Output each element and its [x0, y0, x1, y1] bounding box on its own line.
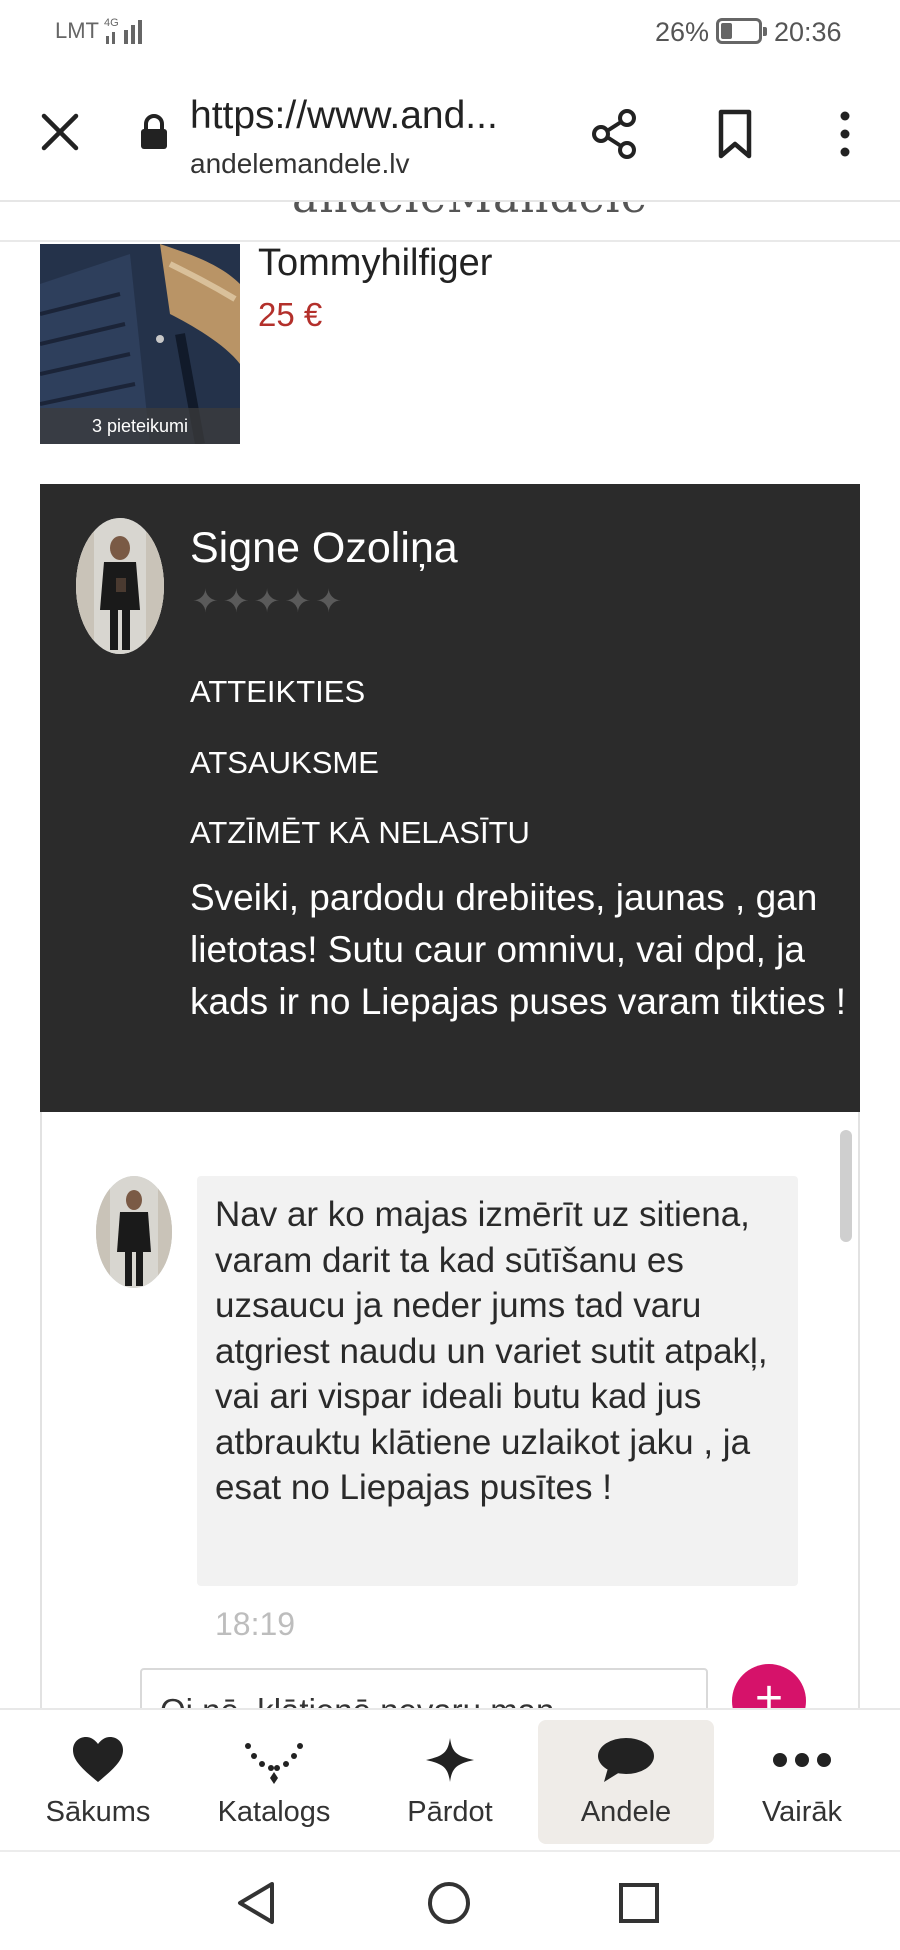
- sender-photo: [96, 1176, 172, 1288]
- clock: 20:36: [774, 17, 842, 47]
- carrier-label: LMT: [55, 18, 99, 43]
- seller-panel: Signe Ozoliņa ✦✦✦✦✦ ATTEIKTIES ATSAUKSME…: [40, 484, 860, 1112]
- seller-photo: [76, 518, 164, 654]
- close-icon[interactable]: [30, 102, 90, 162]
- mark-unread-action[interactable]: ATZĪMĒT KĀ NELASĪTU: [190, 815, 530, 851]
- nav-label: Pārdot: [407, 1796, 493, 1828]
- recents-icon[interactable]: [618, 1882, 660, 1924]
- nav-label: Andele: [580, 1796, 672, 1828]
- more-horizontal-icon: [773, 1753, 831, 1767]
- signal-icon: 4G: [104, 17, 142, 44]
- bookmark-icon[interactable]: [705, 104, 765, 164]
- share-icon[interactable]: [585, 104, 645, 164]
- chat-bubble-icon: [598, 1738, 654, 1782]
- message-time: 18:19: [215, 1606, 296, 1642]
- site-logo[interactable]: andeleMandele: [292, 202, 648, 223]
- more-vertical-icon[interactable]: [820, 104, 870, 164]
- avatar[interactable]: [96, 1176, 172, 1288]
- applications-count: 3 pieteikumi: [40, 408, 240, 444]
- decline-action[interactable]: ATTEIKTIES: [190, 674, 365, 710]
- url-domain[interactable]: andelemandele.lv: [190, 148, 410, 180]
- svg-text:4G: 4G: [104, 17, 119, 29]
- avatar[interactable]: [76, 518, 164, 654]
- nav-label: Sākums: [45, 1796, 151, 1828]
- nav-item-andele[interactable]: Andele: [538, 1720, 714, 1844]
- site-header: andeleMandele: [0, 202, 900, 242]
- necklace-icon: [245, 1743, 303, 1784]
- nav-item-katalogs[interactable]: Katalogs: [186, 1720, 362, 1844]
- listing-price: 25 €: [258, 296, 323, 333]
- listing-thumbnail[interactable]: 3 pieteikumi: [40, 244, 240, 444]
- rating-stars: ✦✦✦✦✦: [192, 583, 347, 619]
- message-bubble: Nav ar ko majas izmērīt uz sitiena, vara…: [197, 1176, 798, 1586]
- reply-input[interactable]: Oi nē, klātienē nevaru man: [140, 1668, 708, 1710]
- system-navigation: [0, 1850, 900, 1950]
- bottom-nav: Sākums Katalogs Pārdot Andele Vairāk: [0, 1708, 900, 1850]
- sparkle-icon: [426, 1738, 474, 1782]
- back-icon[interactable]: [234, 1880, 278, 1926]
- nav-item-sakums[interactable]: Sākums: [10, 1720, 186, 1844]
- seller-name[interactable]: Signe Ozoliņa: [190, 524, 458, 573]
- nav-label: Katalogs: [217, 1796, 331, 1828]
- nav-label: Vairāk: [761, 1796, 843, 1828]
- review-action[interactable]: ATSAUKSME: [190, 745, 379, 781]
- battery-icon: [716, 18, 767, 44]
- chat-thread: Nav ar ko majas izmērīt uz sitiena, vara…: [40, 1112, 860, 1712]
- battery-percent: 26%: [655, 17, 710, 47]
- status-bar: LMT 4G 26% 20:36: [0, 0, 900, 66]
- heart-icon: [73, 1737, 123, 1782]
- nav-item-pardot[interactable]: Pārdot: [362, 1720, 538, 1844]
- message-text: Nav ar ko majas izmērīt uz sitiena, vara…: [215, 1195, 768, 1507]
- listing-title[interactable]: Tommyhilfiger: [258, 242, 492, 285]
- nav-item-vairak[interactable]: Vairāk: [714, 1720, 890, 1844]
- url-text[interactable]: https://www.and...: [190, 94, 498, 138]
- lock-icon: [141, 114, 167, 149]
- seller-description: Sveiki, pardodu drebiites, jaunas , gan …: [190, 877, 847, 1022]
- browser-toolbar: https://www.and... andelemandele.lv: [0, 66, 900, 202]
- home-icon[interactable]: [426, 1880, 472, 1926]
- scrollbar[interactable]: [840, 1130, 852, 1242]
- add-button[interactable]: +: [732, 1664, 806, 1710]
